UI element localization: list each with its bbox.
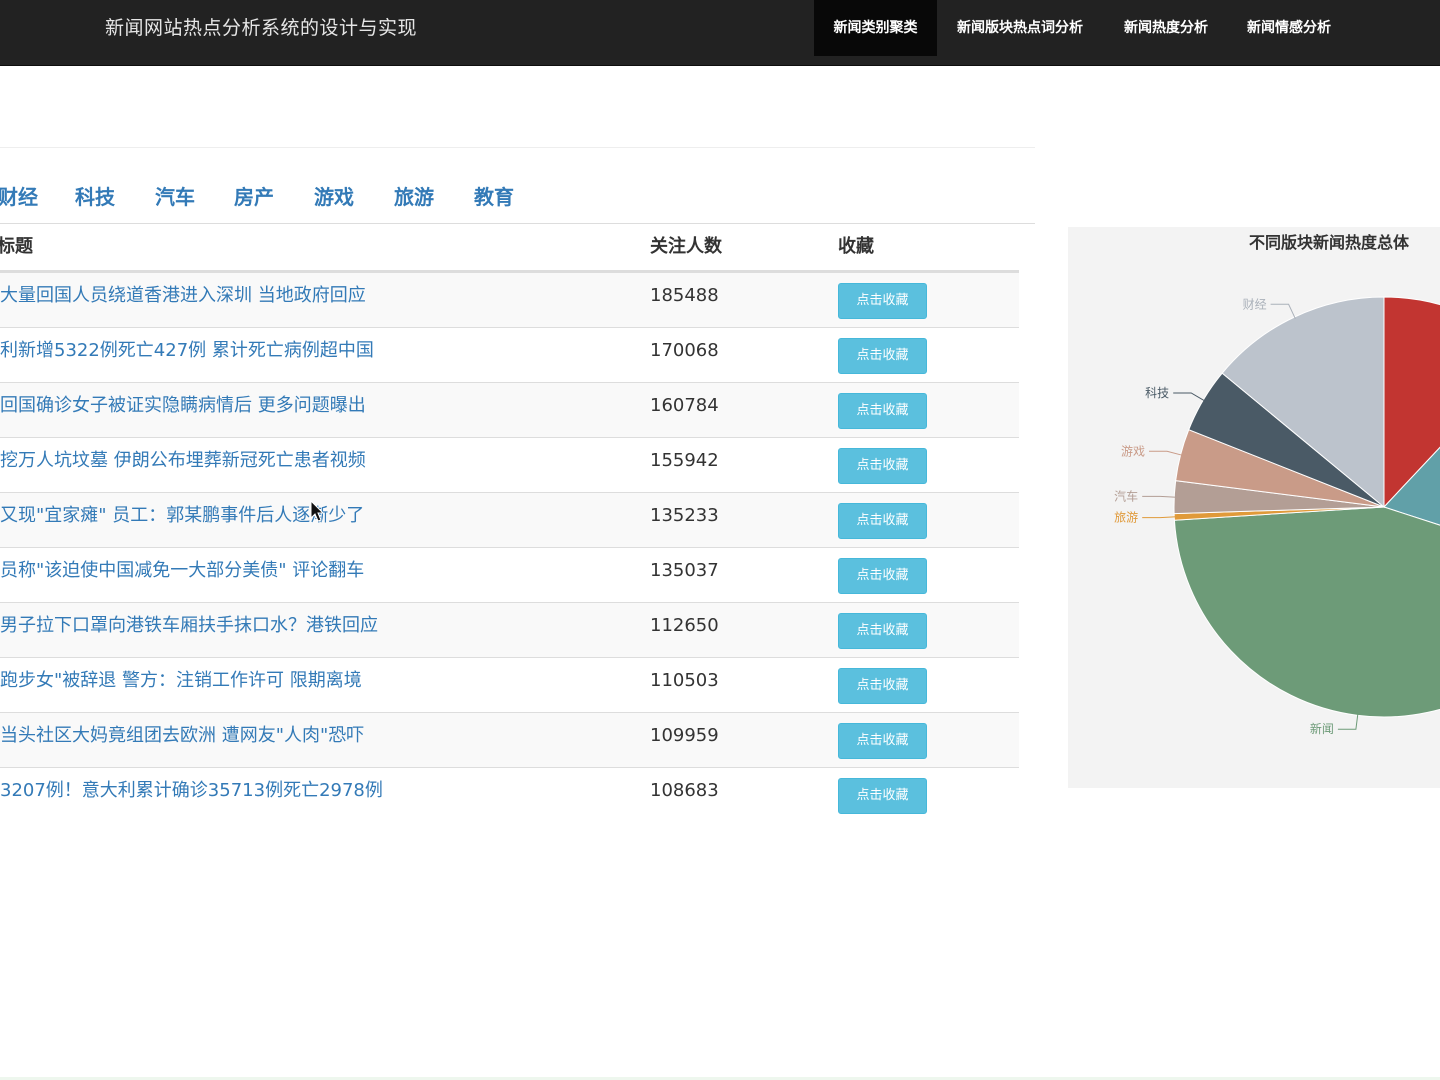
favorite-button[interactable]: 点击收藏 (838, 613, 927, 649)
favorite-button[interactable]: 点击收藏 (838, 558, 927, 594)
nav-heat-analysis[interactable]: 新闻热度分析 (1106, 0, 1226, 56)
favorite-button[interactable]: 点击收藏 (838, 668, 927, 704)
slice-label-line (1142, 516, 1177, 519)
news-title-link[interactable]: 3207例！意大利累计确诊35713例死亡2978例 (0, 768, 620, 822)
pie-slice[interactable] (1173, 506, 1440, 718)
favorite-button[interactable]: 点击收藏 (838, 503, 927, 539)
heat-pie-chart: 不同版块新闻热度总体 新闻 旅游 汽车 游戏 科技 财经 (1068, 227, 1440, 788)
slice-label: 科技 (1145, 386, 1169, 400)
column-followers: 关注人数 (650, 236, 722, 257)
table-body: 大量回国人员绕道香港进入深圳 当地政府回应 185488 点击收藏 利新增532… (0, 272, 1019, 822)
tab-real-estate[interactable]: 房产 (234, 175, 274, 219)
news-title-link[interactable]: 男子拉下口罩向港铁车厢扶手抹口水？港铁回应 (0, 603, 620, 657)
table-row: 利新增5322例死亡427例 累计死亡病例超中国 170068 点击收藏 (0, 327, 1019, 382)
news-title-link[interactable]: 跑步女"被辞退 警方：注销工作许可 限期离境 (0, 658, 620, 712)
site-title[interactable]: 新闻网站热点分析系统的设计与实现 (105, 0, 417, 56)
news-title-link[interactable]: 大量回国人员绕道香港进入深圳 当地政府回应 (0, 273, 620, 327)
slice-label-line (1173, 392, 1206, 402)
table-row: 挖万人坑坟墓 伊朗公布埋葬新冠死亡患者视频 155942 点击收藏 (0, 437, 1019, 492)
top-navbar: 新闻网站热点分析系统的设计与实现 新闻类别聚类 新闻版块热点词分析 新闻热度分析… (0, 0, 1440, 66)
tab-travel[interactable]: 旅游 (394, 175, 434, 219)
chart-title: 不同版块新闻热度总体 (1249, 233, 1410, 252)
table-row: 跑步女"被辞退 警方：注销工作许可 限期离境 110503 点击收藏 (0, 657, 1019, 712)
follower-count: 160784 (650, 395, 719, 416)
news-title-link[interactable]: 员称"该迫使中国减免一大部分美债" 评论翻车 (0, 548, 620, 602)
table-row: 3207例！意大利累计确诊35713例死亡2978例 108683 点击收藏 (0, 767, 1019, 822)
mouse-cursor-icon (310, 500, 325, 522)
slice-label-line (1270, 303, 1296, 320)
nav-sentiment-analysis[interactable]: 新闻情感分析 (1230, 0, 1348, 56)
table-row: 又现"宜家瘫" 员工：郭某鹏事件后人逐渐少了 135233 点击收藏 (0, 492, 1019, 547)
follower-count: 109959 (650, 725, 719, 746)
slice-label: 旅游 (1114, 511, 1138, 525)
table-row: 回国确诊女子被证实隐瞒病情后 更多问题曝出 160784 点击收藏 (0, 382, 1019, 437)
pie-chart-svg: 不同版块新闻热度总体 新闻 旅游 汽车 游戏 科技 财经 (1114, 233, 1440, 736)
news-table: 标题 关注人数 收藏 大量回国人员绕道香港进入深圳 当地政府回应 185488 … (0, 224, 1019, 822)
slice-label-line (1142, 495, 1177, 498)
table-row: 员称"该迫使中国减免一大部分美债" 评论翻车 135037 点击收藏 (0, 547, 1019, 602)
slice-label: 财经 (1243, 297, 1267, 311)
favorite-button[interactable]: 点击收藏 (838, 778, 927, 814)
slice-label-line (1337, 713, 1359, 730)
follower-count: 135233 (650, 505, 719, 526)
table-row: 男子拉下口罩向港铁车厢扶手抹口水？港铁回应 112650 点击收藏 (0, 602, 1019, 657)
follower-count: 112650 (650, 615, 719, 636)
section-divider (0, 147, 1035, 148)
column-favorite: 收藏 (838, 236, 874, 257)
news-title-link[interactable]: 挖万人坑坟墓 伊朗公布埋葬新冠死亡患者视频 (0, 438, 620, 492)
follower-count: 135037 (650, 560, 719, 581)
news-title-link[interactable]: 利新增5322例死亡427例 累计死亡病例超中国 (0, 328, 620, 382)
follower-count: 110503 (650, 670, 719, 691)
table-header: 标题 关注人数 收藏 (0, 224, 1019, 272)
favorite-button[interactable]: 点击收藏 (838, 338, 927, 374)
tab-finance[interactable]: 财经 (0, 175, 38, 219)
follower-count: 185488 (650, 285, 719, 306)
favorite-button[interactable]: 点击收藏 (838, 393, 927, 429)
slice-label: 新闻 (1310, 721, 1334, 736)
table-row: 大量回国人员绕道香港进入深圳 当地政府回应 185488 点击收藏 (0, 272, 1019, 327)
follower-count: 170068 (650, 340, 719, 361)
follower-count: 155942 (650, 450, 719, 471)
slice-label: 汽车 (1114, 488, 1138, 503)
tab-games[interactable]: 游戏 (314, 175, 354, 219)
table-row: 当头社区大妈竟组团去欧洲 遭网友"人肉"恐吓 109959 点击收藏 (0, 712, 1019, 767)
column-title: 标题 (0, 236, 33, 257)
tab-auto[interactable]: 汽车 (155, 175, 195, 219)
favorite-button[interactable]: 点击收藏 (838, 723, 927, 759)
nav-category-clustering[interactable]: 新闻类别聚类 (814, 0, 937, 56)
tab-education[interactable]: 教育 (474, 175, 514, 219)
slice-label: 游戏 (1121, 444, 1145, 458)
slice-label-line (1149, 450, 1183, 456)
favorite-button[interactable]: 点击收藏 (838, 448, 927, 484)
news-title-link[interactable]: 当头社区大妈竟组团去欧洲 遭网友"人肉"恐吓 (0, 713, 620, 767)
news-title-link[interactable]: 回国确诊女子被证实隐瞒病情后 更多问题曝出 (0, 383, 620, 437)
nav-section-hotword-analysis[interactable]: 新闻版块热点词分析 (940, 0, 1100, 56)
follower-count: 108683 (650, 780, 719, 801)
tab-technology[interactable]: 科技 (75, 175, 115, 219)
favorite-button[interactable]: 点击收藏 (838, 283, 927, 319)
